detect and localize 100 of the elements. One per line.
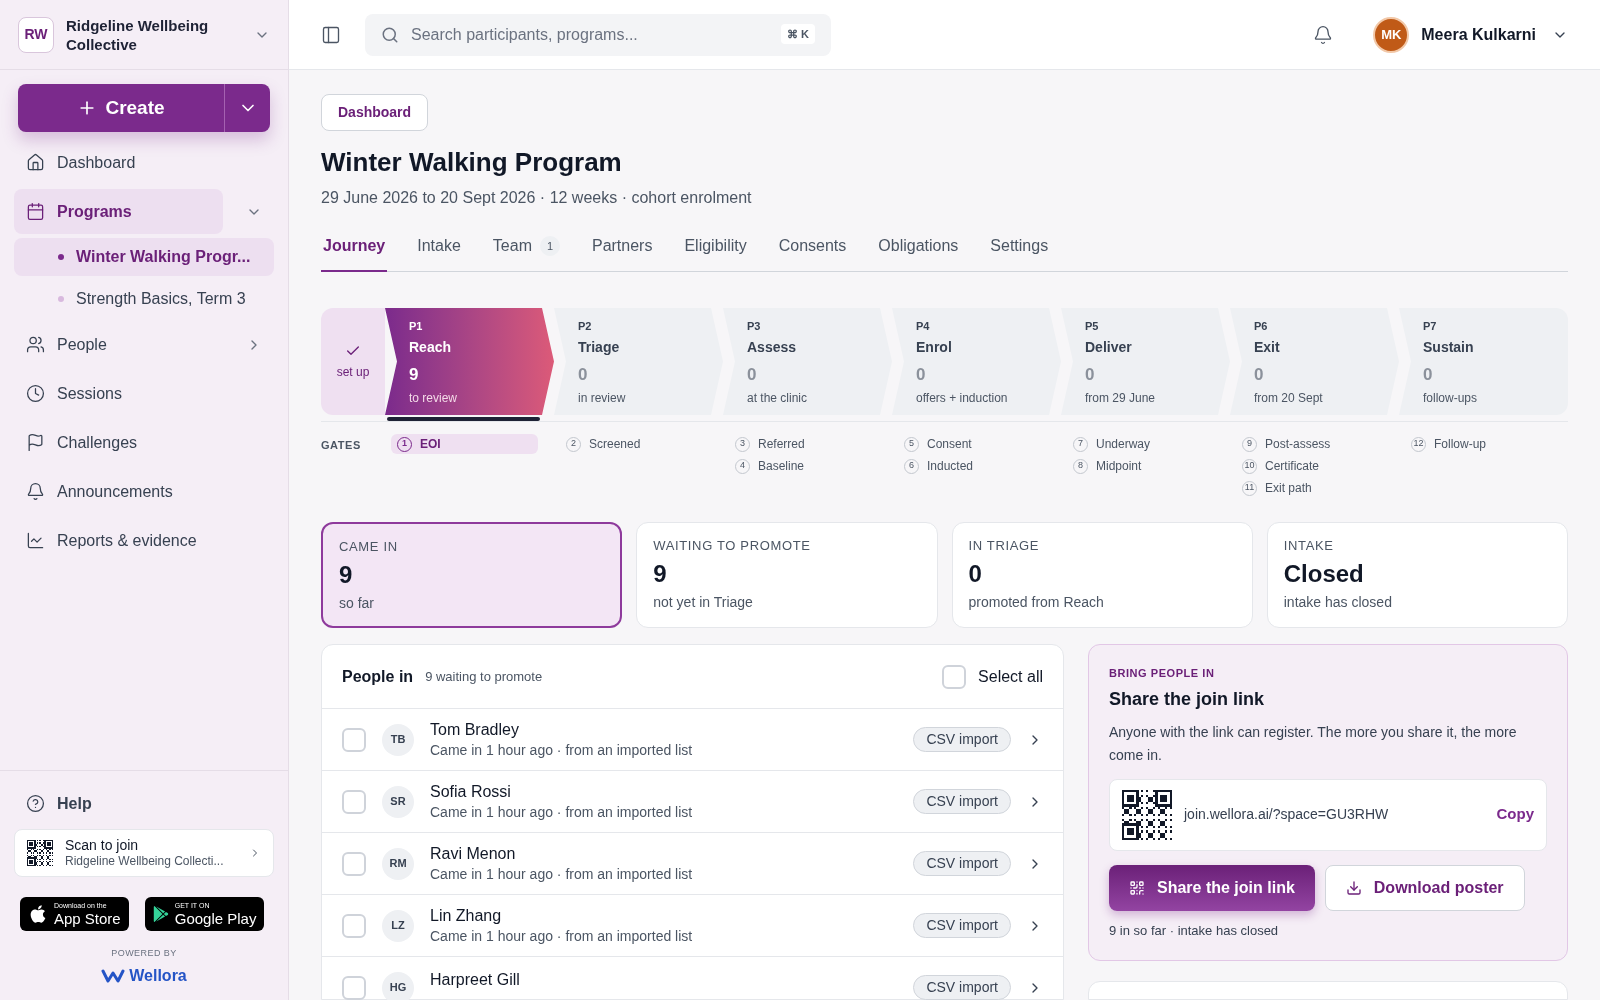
- brand-name: Wellora: [129, 966, 187, 986]
- person-row[interactable]: SR Sofia Rossi Came in 1 hour ago · from an imported list CSV import: [322, 771, 1063, 833]
- qr-code-icon: [1122, 789, 1172, 840]
- person-detail: Came in 1 hour ago · from an imported list: [430, 926, 694, 946]
- tab[interactable]: Partners: [589, 230, 655, 272]
- person-name: Ravi Menon: [430, 843, 517, 864]
- person-row[interactable]: RM Ravi Menon Came in 1 hour ago · from an imported list CSV import: [322, 833, 1063, 895]
- gate-item[interactable]: 8 Midpoint: [1073, 456, 1230, 476]
- scan-title: Scan to join: [65, 836, 140, 853]
- scan-subtitle: Ridgeline Wellbeing Collecti...: [65, 853, 225, 869]
- gate-item[interactable]: 2 Screened: [566, 434, 723, 454]
- stat-value: 9: [339, 559, 354, 590]
- gates-label: GATES: [321, 438, 362, 453]
- setup-step[interactable]: set up: [321, 308, 385, 415]
- gate-item[interactable]: 12 Follow-up: [1411, 434, 1568, 454]
- download-icon: [1345, 879, 1362, 896]
- tab[interactable]: Consents: [776, 230, 849, 272]
- source-tag: CSV import: [913, 851, 1011, 876]
- nav-item[interactable]: Dashboard: [14, 140, 274, 185]
- row-checkbox[interactable]: [342, 975, 366, 1000]
- play-icon: [152, 905, 169, 922]
- tab[interactable]: Obligations: [876, 230, 961, 272]
- row-checkbox[interactable]: [342, 913, 366, 938]
- gate-item[interactable]: 7 Underway: [1073, 434, 1230, 454]
- nav-subitem[interactable]: Strength Basics, Term 3: [14, 280, 274, 318]
- gate-item[interactable]: 6 Inducted: [904, 456, 1061, 476]
- stage-step[interactable]: P5 Deliver 0 from 29 June: [1061, 308, 1230, 415]
- gate-item[interactable]: 11 Exit path: [1242, 478, 1399, 498]
- gate-item[interactable]: 9 Post-assess: [1242, 434, 1399, 454]
- person-avatar: LZ: [382, 909, 414, 942]
- stat-card[interactable]: INTAKE Closed intake has closed: [1266, 522, 1568, 628]
- download-poster-button[interactable]: Download poster: [1324, 864, 1525, 911]
- help-icon: [26, 794, 45, 813]
- select-all-label[interactable]: Select all: [978, 664, 1043, 689]
- notifications-icon[interactable]: [1313, 24, 1334, 45]
- stat-label: INTAKE: [1283, 537, 1335, 555]
- nav-item[interactable]: People: [14, 322, 246, 367]
- person-detail: Came in 1 hour ago · from an imported list: [430, 802, 694, 822]
- stat-card[interactable]: CAME IN 9 so far: [321, 522, 623, 628]
- nav-item[interactable]: Sessions: [14, 371, 274, 416]
- tab[interactable]: Journey: [321, 230, 388, 272]
- share-link-button[interactable]: Share the join link: [1109, 864, 1315, 911]
- nav-icon: [26, 335, 45, 354]
- tab[interactable]: Settings: [988, 230, 1051, 272]
- copy-button[interactable]: Copy: [1496, 803, 1534, 826]
- stage-step[interactable]: P2 Triage 0 in review: [554, 308, 723, 415]
- source-tag: CSV import: [913, 913, 1011, 938]
- tab[interactable]: Eligibility: [682, 230, 749, 272]
- brand-logo-icon: [101, 968, 126, 984]
- apple-icon: [28, 903, 48, 924]
- source-tag: CSV import: [913, 975, 1011, 1000]
- gate-item[interactable]: 4 Baseline: [735, 456, 892, 476]
- tab-count: 1: [539, 236, 560, 256]
- card-title: People in: [342, 666, 414, 687]
- org-name: Ridgeline Wellbeing Collective: [66, 15, 210, 54]
- stat-caption: promoted from Reach: [968, 592, 1105, 612]
- person-detail: Came in 1 hour ago · from an imported list: [430, 740, 694, 760]
- qr-code-icon: [1129, 879, 1145, 896]
- nav-item[interactable]: Announcements: [14, 469, 274, 514]
- stat-card[interactable]: WAITING TO PROMOTE 9 not yet in Triage: [636, 522, 938, 628]
- person-avatar: TB: [382, 723, 414, 756]
- row-checkbox[interactable]: [342, 789, 366, 814]
- stat-card[interactable]: IN TRIAGE 0 promoted from Reach: [951, 522, 1253, 628]
- person-avatar: SR: [382, 785, 414, 818]
- stage-step[interactable]: P3 Assess 0 at the clinic: [723, 308, 892, 415]
- nav-item[interactable]: Programs: [14, 189, 223, 234]
- person-detail: Came in 1 hour ago · from an imported list: [430, 864, 694, 884]
- stage-step[interactable]: P6 Exit 0 from 20 Sept: [1230, 308, 1399, 415]
- person-row[interactable]: TB Tom Bradley Came in 1 hour ago · from an imported list CSV import: [322, 709, 1063, 771]
- stage-step[interactable]: P4 Enrol 0 offers + induction: [892, 308, 1061, 415]
- nav-item[interactable]: Challenges: [14, 420, 274, 465]
- stat-label: WAITING TO PROMOTE: [653, 537, 812, 555]
- breadcrumb-button[interactable]: Dashboard: [321, 94, 429, 131]
- nav-subitem[interactable]: Winter Walking Progr...: [14, 238, 274, 276]
- gate-item[interactable]: 3 Referred: [735, 434, 892, 454]
- join-link-url: join.wellora.ai/?space=GU3RHW: [1184, 805, 1390, 824]
- gate-item[interactable]: 5 Consent: [904, 434, 1061, 454]
- nav-item[interactable]: Reports & evidence: [14, 518, 274, 563]
- gate-item[interactable]: 1 EOI: [391, 434, 538, 454]
- stat-caption: intake has closed: [1283, 592, 1393, 612]
- stat-value: Closed: [1283, 558, 1365, 589]
- tab[interactable]: Team 1: [490, 230, 562, 272]
- help-link[interactable]: Help: [14, 786, 274, 821]
- select-all-checkbox[interactable]: [942, 664, 967, 689]
- badge-title: Google Play: [174, 910, 257, 927]
- gate-item[interactable]: 10 Certificate: [1242, 456, 1399, 476]
- tab[interactable]: Intake: [415, 230, 463, 272]
- scan-to-join-card[interactable]: Scan to join Ridgeline Wellbeing Collecti...: [14, 828, 274, 877]
- person-row[interactable]: LZ Lin Zhang Came in 1 hour ago · from an imported list CSV import: [322, 895, 1063, 957]
- stage-step[interactable]: P1 Reach 9 to review: [385, 308, 554, 415]
- stat-value: 9: [653, 558, 668, 589]
- row-checkbox[interactable]: [342, 851, 366, 876]
- person-name: Tom Bradley: [430, 719, 520, 740]
- stage-step[interactable]: P7 Sustain 0 follow-ups: [1399, 308, 1568, 415]
- page-title: Winter Walking Program: [321, 146, 623, 179]
- person-row[interactable]: HG Harpreet Gill CSV import: [322, 957, 1063, 1000]
- powered-by-label: POWERED BY: [110, 946, 178, 960]
- row-checkbox[interactable]: [342, 727, 366, 752]
- user-name[interactable]: Meera Kulkarni: [1421, 22, 1536, 47]
- sidebar-toggle-icon[interactable]: [321, 24, 341, 45]
